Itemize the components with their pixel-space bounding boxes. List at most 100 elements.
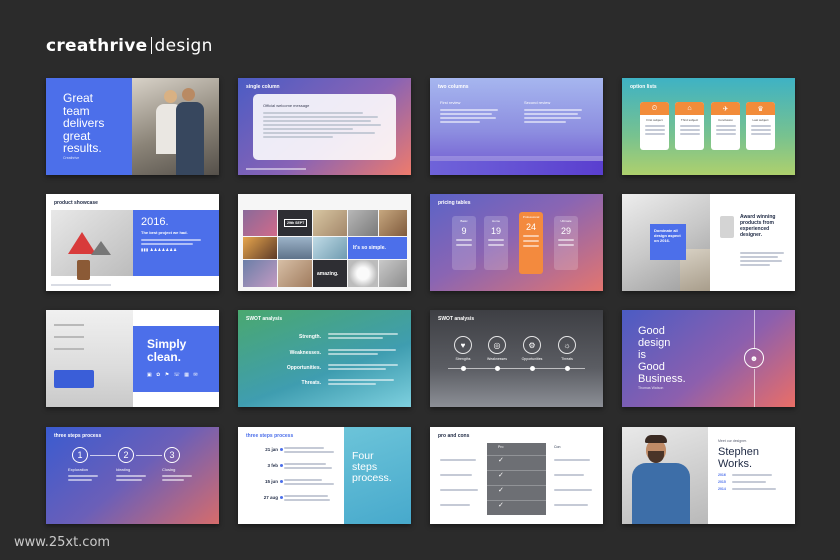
text-line (263, 128, 353, 130)
year-label: 2015 (718, 480, 726, 484)
text-block (554, 489, 594, 493)
slide-pro-and-cons[interactable]: pro and cons Pro Con ✓ ✓ ✓ ✓ (430, 427, 603, 524)
timeline-dot (280, 448, 283, 451)
sun-icon: ☼ (558, 336, 576, 354)
column-left: First review (440, 100, 500, 125)
text-line (554, 489, 592, 491)
gear-icon: ⚙ (523, 336, 541, 354)
person-hair (645, 435, 667, 443)
slide-headline: Great team delivers great results. (63, 92, 133, 155)
headline-line: Business. (638, 373, 686, 385)
check-icon: ✓ (498, 502, 504, 509)
slide-headline: Good design is Good Business. (638, 325, 686, 385)
text-line (488, 244, 504, 246)
grid-photo (379, 260, 407, 287)
text-line (523, 240, 539, 242)
grid-photo (243, 260, 277, 287)
grid-photo (348, 210, 378, 236)
text-block (554, 504, 594, 508)
text-block (554, 459, 594, 463)
text-line (263, 112, 363, 114)
tier-label: Basic (460, 219, 468, 223)
text-line (679, 133, 700, 135)
slide-award-winning[interactable]: Dominate all design aspect on 2016. Awar… (622, 194, 795, 291)
step-number: 2 (118, 447, 134, 463)
text-line (679, 125, 700, 127)
timeline-dot (530, 366, 535, 371)
slide-option-lists[interactable]: option lists ⏲ First subject ⌂ Third sub… (622, 78, 795, 175)
feature-icons: ▣ ✿ ⚑ ☏ ▦ ✉ (147, 372, 200, 378)
target-icon: ◎ (488, 336, 506, 354)
timeline-dot (495, 366, 500, 371)
slide-title: product showcase (54, 200, 98, 206)
headline-line: design (638, 337, 671, 349)
slide-two-columns[interactable]: two columns First review Second review (430, 78, 603, 175)
text-line (328, 353, 378, 355)
text-line (328, 337, 383, 339)
footer-line (246, 168, 306, 170)
text-line (644, 133, 665, 135)
slide-meet-designer[interactable]: Meet our designer. Stephen Works. 2016 2… (622, 427, 795, 524)
text-line (456, 244, 472, 246)
footer-line (51, 284, 111, 286)
text-line (328, 333, 398, 335)
text-line (284, 479, 322, 481)
text-block (162, 475, 198, 483)
text-line (440, 459, 476, 461)
slide-product-showcase[interactable]: product showcase 2016. The best project … (46, 194, 219, 291)
text-line (440, 474, 472, 476)
swot-label: Opportunities (521, 357, 543, 361)
step-label: Ideating (116, 467, 131, 472)
lamp-shape (720, 216, 734, 238)
text-line (740, 256, 778, 258)
slide-four-steps[interactable]: three steps process 21 jan 3 feb 15 jun … (238, 427, 411, 524)
tile-text: amazing. (317, 271, 339, 277)
text-line (524, 117, 581, 119)
slide-good-design[interactable]: Good design is Good Business. Thomas Wat… (622, 310, 795, 407)
slide-title: two columns (438, 84, 469, 90)
step-label: Exploration (68, 467, 89, 472)
text-line (740, 264, 770, 266)
timeline-dot (461, 366, 466, 371)
slide-swot-green[interactable]: SWOT analysis Strength. Weaknesses. Oppo… (238, 310, 411, 407)
swot-word: Opportunities. (286, 365, 321, 371)
option-card: ⏲ First subject (640, 102, 669, 150)
text-line (524, 113, 578, 115)
text-line (141, 239, 201, 241)
slide-great-team[interactable]: Great team delivers great results. Creat… (46, 78, 219, 175)
grid-photo (243, 210, 277, 236)
blue-square: Dominate all design aspect on 2016. (650, 224, 686, 260)
slide-title: pricing tables (438, 200, 471, 206)
pricing-card-featured: Professional 24 (519, 212, 543, 274)
text-line (715, 129, 736, 131)
watermark: www.25xt.com (14, 535, 111, 550)
text-line (263, 132, 375, 134)
text-line (141, 243, 193, 245)
text-line (116, 475, 146, 477)
step-connector (136, 455, 162, 456)
text-block (732, 488, 782, 492)
tier-price: 24 (525, 222, 536, 232)
slide-three-steps[interactable]: three steps process 1 2 3 Exploration Id… (46, 427, 219, 524)
text-block (440, 489, 480, 493)
tier-price: 19 (490, 226, 501, 236)
name-line: Stephen (718, 446, 759, 458)
timeline-dot (280, 464, 283, 467)
text-line (554, 504, 588, 506)
slide-single-column[interactable]: single column Official welcome message (238, 78, 411, 175)
slide-simply-clean[interactable]: Simply clean. ▣ ✿ ⚑ ☏ ▦ ✉ (46, 310, 219, 407)
check-icon: ✓ (498, 487, 504, 494)
slide-swot-dark[interactable]: SWOT analysis ♥ ◎ ⚙ ☼ Strengths Weakness… (430, 310, 603, 407)
user-icon: ☻ (744, 348, 764, 368)
text-line (740, 252, 784, 254)
name-line: Works. (718, 458, 753, 470)
slide-pricing-tables[interactable]: pricing tables Basic 9 Home 19 Professio… (430, 194, 603, 291)
text-block (116, 475, 152, 483)
text-block (328, 364, 400, 372)
text-line (715, 125, 736, 127)
slide-title: pro and cons (438, 433, 470, 439)
slide-photo-grid[interactable]: 29th SEPT It's so simple. amazing. (238, 194, 411, 291)
headline-line: Good (638, 361, 665, 373)
row-divider (487, 500, 546, 501)
slide-headline: Four steps process. (352, 451, 403, 484)
